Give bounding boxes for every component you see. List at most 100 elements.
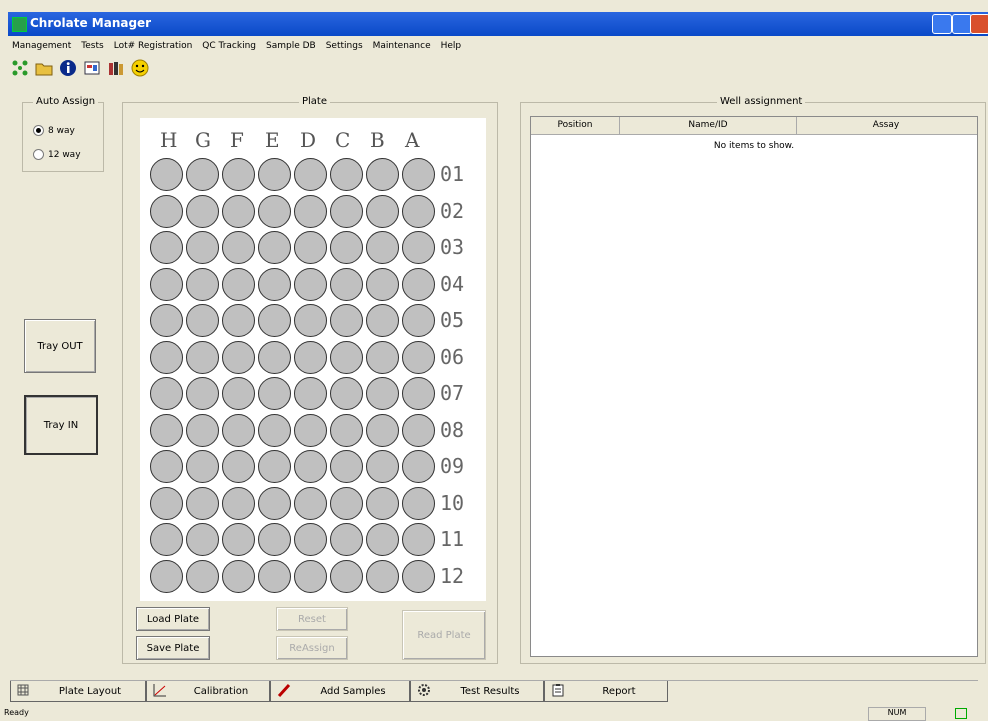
plate-well[interactable] (294, 158, 327, 191)
plate-well[interactable] (150, 450, 183, 483)
plate-well[interactable] (402, 267, 435, 301)
plate-well[interactable] (330, 450, 363, 483)
plate-well[interactable] (150, 194, 183, 228)
menu-help[interactable]: Help (441, 38, 462, 54)
plate-well[interactable] (330, 304, 363, 337)
plate-well[interactable] (186, 377, 219, 410)
plate-well[interactable] (294, 377, 327, 410)
radio-12-way[interactable]: 12 way (33, 149, 81, 160)
reset-button[interactable]: Reset (276, 607, 348, 631)
plate-well[interactable] (222, 450, 255, 483)
plate-well[interactable] (186, 340, 219, 374)
well-assignment-list[interactable]: Position Name/ID Assay No items to show. (530, 116, 978, 657)
plate-well[interactable] (294, 304, 327, 337)
plate-well[interactable] (186, 486, 219, 520)
plate-well[interactable] (366, 267, 399, 301)
tab-report[interactable]: Report (544, 681, 668, 702)
plate-well[interactable] (366, 158, 399, 191)
plate-well[interactable] (222, 377, 255, 410)
plate-well[interactable] (330, 194, 363, 228)
radio-8-way[interactable]: 8 way (33, 125, 75, 136)
plate-well[interactable] (402, 340, 435, 374)
read-plate-button[interactable]: Read Plate (402, 610, 486, 660)
menu-qc-tracking[interactable]: QC Tracking (202, 38, 256, 54)
menu-tests[interactable]: Tests (81, 38, 103, 54)
plate-well[interactable] (186, 450, 219, 483)
load-plate-button[interactable]: Load Plate (136, 607, 210, 631)
plate-well[interactable] (366, 486, 399, 520)
menu-management[interactable]: Management (12, 38, 71, 54)
plate-well[interactable] (366, 304, 399, 337)
plate-well[interactable] (330, 413, 363, 447)
menu-sample-db[interactable]: Sample DB (266, 38, 316, 54)
minimize-button[interactable] (932, 14, 952, 34)
plate-well[interactable] (330, 158, 363, 191)
reassign-button[interactable]: ReAssign (276, 636, 348, 660)
plate-well[interactable] (258, 559, 291, 593)
tray-in-button[interactable]: Tray IN (24, 395, 98, 455)
plate-well[interactable] (366, 340, 399, 374)
plate-well[interactable] (222, 340, 255, 374)
plate-well[interactable] (294, 559, 327, 593)
plate-well[interactable] (186, 267, 219, 301)
plate-well[interactable] (222, 267, 255, 301)
plate-well[interactable] (186, 523, 219, 556)
plate-well[interactable] (150, 231, 183, 264)
plate-well[interactable] (186, 559, 219, 593)
plate-well[interactable] (258, 158, 291, 191)
plate-well[interactable] (402, 377, 435, 410)
plate-well[interactable] (258, 486, 291, 520)
plate-well[interactable] (150, 486, 183, 520)
plate-well[interactable] (258, 340, 291, 374)
plate-well[interactable] (186, 231, 219, 264)
plate-well[interactable] (330, 231, 363, 264)
plate-well[interactable] (258, 523, 291, 556)
plate-well[interactable] (330, 559, 363, 593)
plate-well[interactable] (366, 559, 399, 593)
network-icon[interactable] (10, 58, 30, 78)
plate-well[interactable] (150, 413, 183, 447)
tab-plate-layout[interactable]: Plate Layout (10, 681, 146, 702)
column-header-name-id[interactable]: Name/ID (620, 117, 797, 134)
plate-well[interactable] (402, 304, 435, 337)
save-plate-button[interactable]: Save Plate (136, 636, 210, 660)
plate-well[interactable] (222, 413, 255, 447)
plate-well[interactable] (294, 340, 327, 374)
plate-well[interactable] (366, 523, 399, 556)
plate-well[interactable] (258, 413, 291, 447)
plate-well[interactable] (366, 377, 399, 410)
plate-well[interactable] (294, 413, 327, 447)
plate-well[interactable] (150, 523, 183, 556)
open-folder-icon[interactable] (34, 58, 54, 78)
plate-well[interactable] (258, 377, 291, 410)
radio-button[interactable] (33, 125, 44, 136)
plate-well[interactable] (150, 158, 183, 191)
plate-well[interactable] (294, 231, 327, 264)
tray-out-button[interactable]: Tray OUT (24, 319, 96, 373)
plate-well[interactable] (402, 231, 435, 264)
plate-well[interactable] (330, 523, 363, 556)
plate-well[interactable] (330, 340, 363, 374)
column-header-assay[interactable]: Assay (797, 117, 975, 134)
plate-well[interactable] (294, 486, 327, 520)
close-button[interactable] (970, 14, 988, 34)
plate-well[interactable] (258, 194, 291, 228)
plate-well[interactable] (222, 559, 255, 593)
plate-well[interactable] (150, 559, 183, 593)
plate-well[interactable] (258, 267, 291, 301)
plate-well[interactable] (366, 450, 399, 483)
plate-well[interactable] (402, 158, 435, 191)
plate-well[interactable] (222, 523, 255, 556)
plate-well[interactable] (402, 194, 435, 228)
smiley-icon[interactable] (130, 58, 150, 78)
plate-well[interactable] (402, 523, 435, 556)
radio-button[interactable] (33, 149, 44, 160)
menu-lot-registration[interactable]: Lot# Registration (114, 38, 193, 54)
plate-well[interactable] (150, 340, 183, 374)
plate-well[interactable] (186, 304, 219, 337)
plate-well[interactable] (258, 304, 291, 337)
tab-add-samples[interactable]: Add Samples (270, 681, 410, 702)
maximize-button[interactable] (952, 14, 972, 34)
plate-well[interactable] (186, 158, 219, 191)
plate-well[interactable] (402, 486, 435, 520)
